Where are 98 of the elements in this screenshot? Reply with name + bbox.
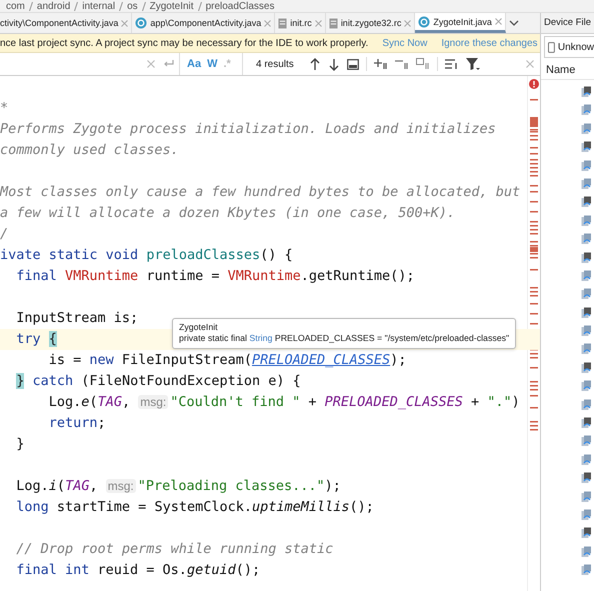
remove-occurrence-icon[interactable] <box>394 58 409 70</box>
breadcrumb-separator-icon <box>198 2 202 10</box>
tooltip-signature: private static final String PRELOADED_CLASSES = "/system/etc/preloaded-classes" <box>179 333 510 344</box>
multiline-icon[interactable] <box>444 58 459 70</box>
code-text: Performs Zygote process initialization. Loads and initializes <box>0 121 496 137</box>
code-text: Log.i(TAG, <box>15 478 99 494</box>
file-icon[interactable] <box>581 233 592 246</box>
column-header[interactable]: Name <box>541 58 594 80</box>
code-link[interactable]: PRELOADED_CLASSES <box>252 352 390 368</box>
file-icon[interactable] <box>581 325 592 338</box>
breadcrumb-item[interactable]: ZygoteInit <box>150 0 194 12</box>
parameter-hint: msg: <box>138 395 168 409</box>
file-icon[interactable] <box>581 270 592 282</box>
code-text: return; <box>48 415 106 431</box>
file-icon[interactable] <box>581 472 592 484</box>
file-icon <box>278 18 288 28</box>
code-text: / <box>0 226 8 242</box>
file-icon[interactable] <box>581 252 592 264</box>
file-icon[interactable] <box>581 104 592 116</box>
close-icon[interactable] <box>314 20 322 26</box>
close-icon[interactable] <box>121 20 128 26</box>
code-text: final VMRuntime runtime = VMRuntime.getRuntime(); <box>15 268 415 284</box>
file-icon[interactable] <box>581 178 592 190</box>
tooltip-title: ZygoteInit <box>179 322 219 333</box>
file-icon[interactable] <box>581 564 592 576</box>
file-icon[interactable] <box>581 527 592 540</box>
code-text: ); <box>390 352 406 368</box>
file-icon[interactable] <box>581 417 592 430</box>
file-icon[interactable] <box>581 86 592 98</box>
code-text: commonly used classes. <box>0 142 179 158</box>
editor-tab[interactable]: ZygoteInit.java <box>415 13 506 33</box>
results-count: 4 results <box>256 58 294 70</box>
arrow-down-icon[interactable] <box>328 58 340 70</box>
panel-title: Device File <box>540 13 594 33</box>
notification-message: nce last project sync. A project sync may be necessary for the IDE to work properly. <box>0 38 368 48</box>
code-text: try { <box>15 331 57 347</box>
close-icon[interactable] <box>264 20 272 26</box>
file-icon[interactable] <box>581 288 592 300</box>
add-occurrence-icon[interactable] <box>374 58 388 70</box>
breadcrumb-item[interactable]: os <box>127 0 138 12</box>
chevron-down-icon[interactable] <box>508 20 519 26</box>
code-text: Log.e(TAG, <box>48 394 132 410</box>
device-dropdown[interactable]: Unknow <box>544 36 594 58</box>
code-text: "Preloading classes..."); <box>138 478 341 494</box>
file-icon[interactable] <box>581 214 592 227</box>
breadcrumb-item[interactable]: internal <box>82 0 116 12</box>
file-icon[interactable] <box>581 435 592 448</box>
file-icon[interactable] <box>581 380 592 392</box>
breadcrumb-separator-icon <box>28 2 33 10</box>
code-text: // Drop root perms while running static <box>15 541 334 557</box>
class-icon <box>418 16 430 28</box>
parameter-hint: msg: <box>106 479 136 493</box>
file-icon[interactable] <box>581 490 592 503</box>
code-text: } <box>15 436 24 452</box>
error-icon[interactable] <box>529 79 539 89</box>
close-icon[interactable] <box>526 60 534 68</box>
file-icon[interactable] <box>581 546 592 558</box>
code-text: "Couldn't find " + PRELOADED_CLASSES + ".") <box>170 394 520 410</box>
code-text: ivate static void preloadClasses() { <box>0 247 293 263</box>
arrow-up-icon[interactable] <box>308 58 321 70</box>
file-icon[interactable] <box>581 160 592 172</box>
class-icon <box>135 17 148 29</box>
code-text: } catch (FileNotFoundException e) { <box>15 373 301 389</box>
exclude-occurrence-icon[interactable] <box>416 58 430 70</box>
breadcrumb-separator-icon <box>119 2 124 10</box>
select-all-icon[interactable] <box>346 58 359 70</box>
file-icon[interactable] <box>581 141 592 154</box>
editor-tab[interactable]: app\ComponentActivity.java <box>132 13 276 33</box>
file-icon[interactable] <box>581 454 592 466</box>
breadcrumb-separator-icon <box>74 2 78 10</box>
filter-icon[interactable] <box>466 58 480 70</box>
code-text: a few will allocate a dozen Kbytes (in one case, 500+K). <box>0 205 456 221</box>
code-text: final int reuid = Os.getuid(); <box>15 562 260 578</box>
code-text: InputStream is; <box>15 310 138 326</box>
code-text: * <box>0 100 8 116</box>
file-icon[interactable] <box>581 306 592 319</box>
phone-icon <box>548 42 555 52</box>
search-option-toggle[interactable]: Aa <box>187 58 202 70</box>
newline-icon[interactable] <box>163 59 175 69</box>
close-icon[interactable] <box>404 20 412 26</box>
file-icon <box>328 18 338 28</box>
clear-icon[interactable] <box>147 60 155 68</box>
file-icon[interactable] <box>581 343 592 356</box>
file-icon[interactable] <box>581 398 592 411</box>
code-text: long startTime = SystemClock.uptimeMillis(); <box>15 499 374 515</box>
breadcrumb-item[interactable]: com <box>6 0 25 12</box>
file-icon[interactable] <box>581 508 592 521</box>
file-icon[interactable] <box>581 362 592 374</box>
close-icon[interactable] <box>494 18 502 25</box>
file-icon[interactable] <box>581 122 592 135</box>
editor-tab[interactable]: init.rc <box>275 13 326 33</box>
search-option-toggle[interactable]: W <box>207 58 218 70</box>
breadcrumb-item[interactable]: android <box>36 0 70 12</box>
breadcrumb-item[interactable]: preloadClasses <box>206 0 274 12</box>
code-text: is = new FileInputStream( <box>48 352 252 368</box>
editor-tab[interactable]: ctivity\ComponentActivity.java <box>0 13 132 33</box>
breadcrumb-separator-icon <box>142 2 146 10</box>
file-icon[interactable] <box>581 196 592 208</box>
